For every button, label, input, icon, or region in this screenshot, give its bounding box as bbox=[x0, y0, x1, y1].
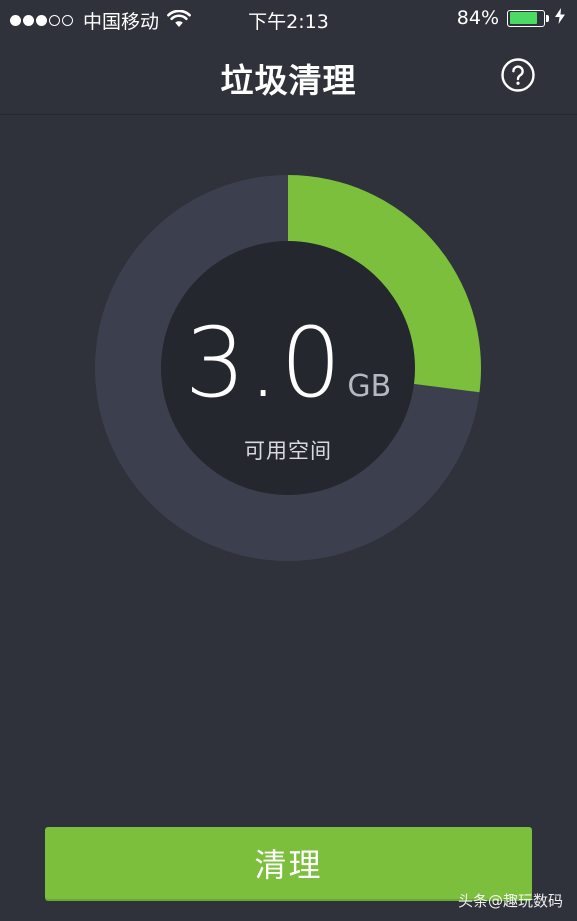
nav-bar: 垃圾清理 bbox=[0, 36, 577, 115]
storage-unit: GB bbox=[347, 369, 392, 404]
charging-icon bbox=[555, 7, 565, 29]
help-circle-icon bbox=[501, 58, 535, 92]
help-button[interactable] bbox=[501, 58, 535, 92]
page-title: 垃圾清理 bbox=[220, 61, 357, 100]
status-bar: 中国移动 下午2:13 84% bbox=[0, 0, 577, 36]
status-right: 84% bbox=[457, 7, 565, 29]
storage-value: 3.0 GB bbox=[95, 315, 481, 411]
storage-gauge: 3.0 GB 可用空间 bbox=[95, 175, 481, 561]
storage-label: 可用空间 bbox=[244, 439, 332, 463]
battery-fill bbox=[509, 12, 538, 24]
storage-number: 3.0 bbox=[184, 307, 344, 419]
battery-icon bbox=[507, 9, 545, 27]
watermark: 头条@趣玩数码 bbox=[457, 892, 563, 910]
battery-cap bbox=[546, 14, 549, 22]
battery-percent: 84% bbox=[456, 7, 499, 29]
clean-button[interactable]: 清理 bbox=[45, 827, 532, 899]
